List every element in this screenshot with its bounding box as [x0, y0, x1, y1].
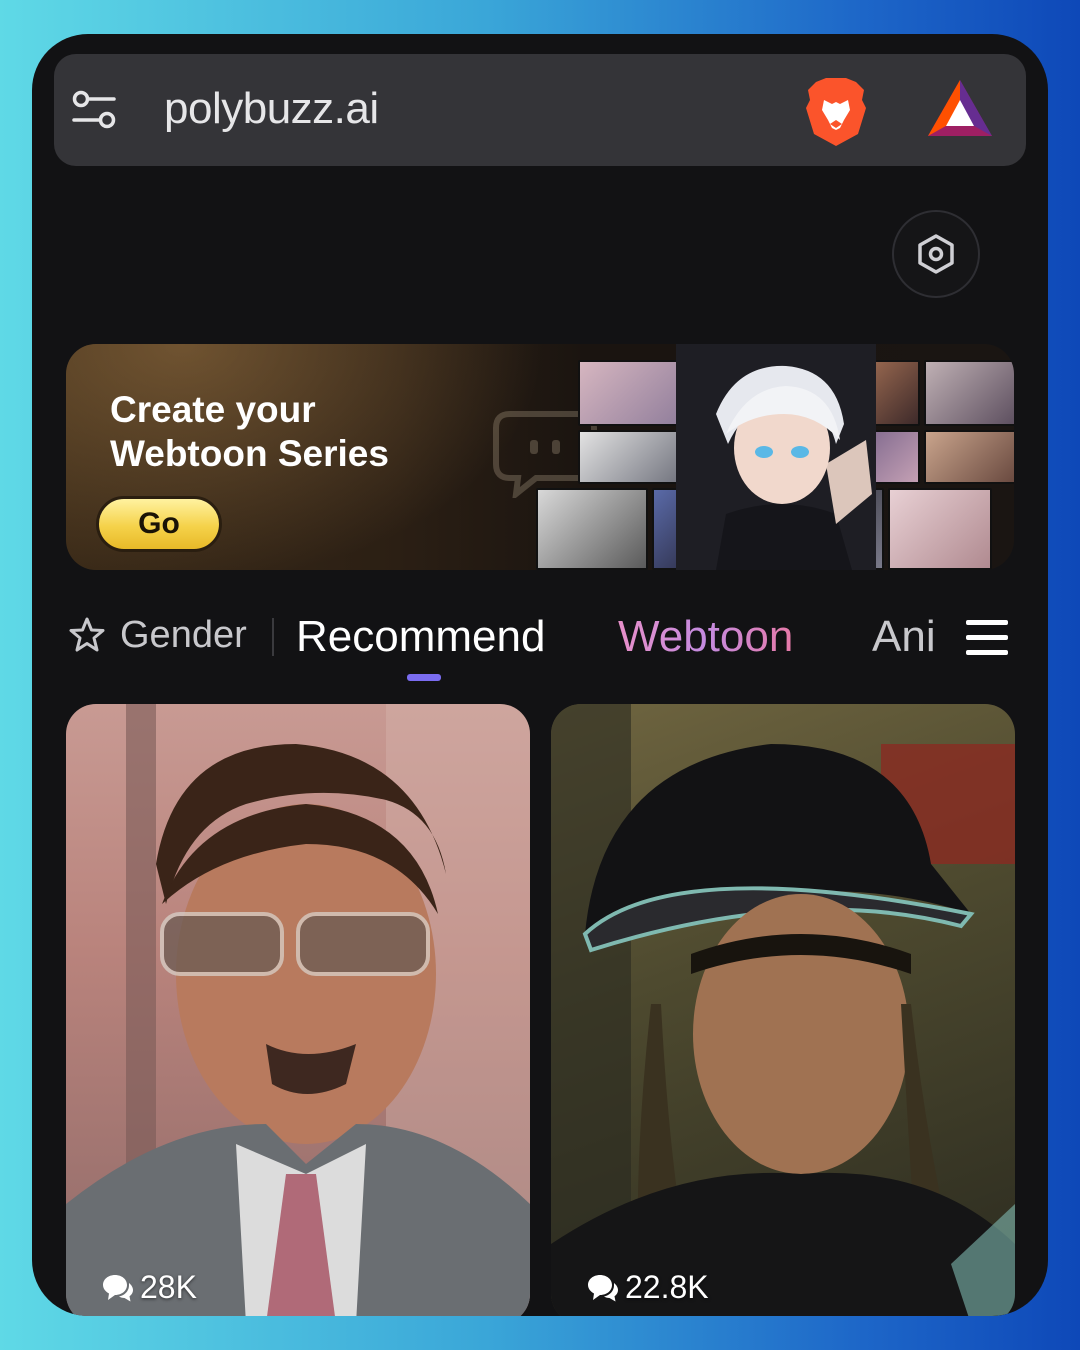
chat-count-value: 22.8K [625, 1269, 709, 1305]
anime-character-illustration [676, 344, 876, 570]
create-webtoon-banner[interactable]: Create your Webtoon Series Go [66, 344, 1014, 570]
bat-rewards-icon[interactable] [926, 78, 994, 138]
active-tab-indicator [407, 674, 441, 681]
gender-filter[interactable]: Gender [120, 614, 247, 657]
character-card[interactable]: 22.8K [551, 704, 1015, 1316]
chat-count: 28K [102, 1269, 197, 1306]
address-bar[interactable]: polybuzz.ai [54, 54, 1026, 166]
chat-count-value: 28K [140, 1269, 197, 1305]
banner-title-line1: Create your [110, 389, 316, 430]
tab-divider [272, 618, 274, 656]
chat-bubbles-icon [103, 1274, 133, 1301]
category-tabs: Gender Recommend Webtoon Ani [32, 604, 1048, 684]
phone-frame: polybuzz.ai Create your Webtoon Series G… [32, 34, 1048, 1316]
url-text[interactable]: polybuzz.ai [164, 84, 379, 134]
character-card[interactable]: 28K [66, 704, 530, 1316]
star-outline-icon[interactable] [68, 616, 106, 654]
tab-webtoon[interactable]: Webtoon [618, 612, 793, 662]
banner-title: Create your Webtoon Series [110, 388, 470, 476]
hexagon-settings-icon [918, 234, 954, 274]
character-portrait-image [551, 704, 1015, 1316]
banner-title-line2: Webtoon Series [110, 433, 389, 474]
settings-button[interactable] [892, 210, 980, 298]
tab-recommend[interactable]: Recommend [296, 612, 545, 662]
chat-bubbles-icon [588, 1274, 618, 1301]
tune-icon[interactable] [72, 90, 116, 130]
character-portrait-image [66, 704, 530, 1316]
brave-lion-icon[interactable] [804, 78, 868, 146]
go-button[interactable]: Go [96, 496, 222, 552]
chat-count: 22.8K [587, 1269, 709, 1306]
tab-ani[interactable]: Ani [872, 612, 938, 662]
hamburger-menu-icon[interactable] [966, 618, 1008, 658]
